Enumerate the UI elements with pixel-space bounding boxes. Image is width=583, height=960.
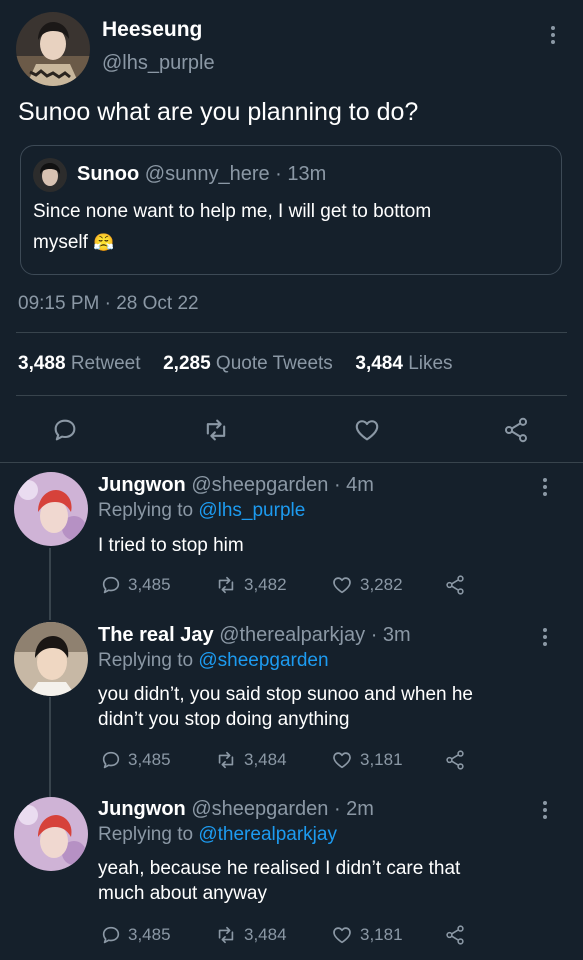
- retweets-label: Retweet: [70, 353, 141, 374]
- quoted-text-line-2: myself: [33, 232, 88, 253]
- retweet-count: 3,484: [244, 925, 287, 944]
- reply-count: 3,485: [128, 750, 171, 769]
- thread-line: [49, 548, 51, 620]
- reply-author-handle[interactable]: @therealparkjay: [219, 624, 365, 646]
- reply-button[interactable]: 3,485: [100, 574, 171, 596]
- reply-text-line-2: didn’t you stop doing anything: [98, 709, 350, 730]
- reply-timestamp: · 2m: [333, 798, 374, 820]
- reply-author-handle[interactable]: @sheepgarden: [191, 798, 328, 820]
- like-count: 3,181: [360, 925, 403, 944]
- share-button[interactable]: [444, 574, 466, 596]
- like-count: 3,282: [360, 575, 403, 594]
- replying-to-handle[interactable]: @therealparkjay: [198, 824, 337, 845]
- heart-icon: [352, 416, 382, 444]
- like-button[interactable]: 3,181: [330, 924, 403, 946]
- replying-to-handle[interactable]: @lhs_purple: [198, 500, 305, 521]
- quoted-author-avatar: [33, 158, 67, 192]
- section-divider: [0, 462, 583, 463]
- reply-avatar[interactable]: [14, 472, 88, 546]
- tweet-text: Sunoo what are you planning to do?: [18, 98, 419, 126]
- reply-avatar[interactable]: [14, 622, 88, 696]
- heart-icon: [330, 749, 354, 771]
- retweet-icon: [214, 749, 238, 771]
- quoted-tweet-card[interactable]: Sunoo @sunny_here · 13m Since none want …: [20, 145, 562, 275]
- reply-button[interactable]: 3,485: [100, 924, 171, 946]
- reply-icon: [51, 416, 79, 444]
- more-options-icon[interactable]: [541, 23, 565, 47]
- reply-count: 3,485: [128, 575, 171, 594]
- like-button[interactable]: [352, 416, 382, 444]
- retweets-stat[interactable]: 3,488 Retweet: [18, 353, 141, 374]
- retweet-icon: [214, 924, 238, 946]
- reply-timestamp: · 4m: [333, 474, 374, 496]
- huffing-face-emoji: 😤: [93, 233, 115, 252]
- reply-text-line-1: yeah, because he realised I didn’t care …: [98, 858, 461, 879]
- replying-to-label: Replying to: [98, 824, 194, 845]
- share-icon: [444, 924, 466, 946]
- reply-button[interactable]: [51, 416, 79, 444]
- quoted-author-handle: @sunny_here: [144, 163, 270, 185]
- tweet-stats: 3,488 Retweet 2,285 Quote Tweets 3,484 L…: [18, 353, 453, 375]
- replying-to-label: Replying to: [98, 500, 194, 521]
- reply-text-line-1: I tried to stop him: [98, 535, 244, 556]
- like-button[interactable]: 3,181: [330, 749, 403, 771]
- divider: [16, 332, 567, 333]
- share-button[interactable]: [444, 924, 466, 946]
- heart-icon: [330, 924, 354, 946]
- replying-to-label: Replying to: [98, 650, 194, 671]
- tweet-timestamp: 09:15 PM · 28 Oct 22: [18, 293, 199, 314]
- retweets-count: 3,488: [18, 353, 66, 374]
- more-options-icon[interactable]: [533, 625, 557, 649]
- quoted-text-line-1: Since none want to help me, I will get t…: [33, 201, 432, 222]
- reply-timestamp: · 3m: [370, 624, 411, 646]
- thread-line: [49, 697, 51, 797]
- quotes-count: 2,285: [163, 353, 211, 374]
- author-name[interactable]: Heeseung: [102, 18, 202, 42]
- share-button[interactable]: [502, 416, 530, 444]
- share-button[interactable]: [444, 749, 466, 771]
- retweet-button[interactable]: 3,484: [214, 749, 287, 771]
- more-options-icon[interactable]: [533, 798, 557, 822]
- share-icon: [444, 574, 466, 596]
- quotes-label: Quote Tweets: [215, 353, 333, 374]
- reply-icon: [100, 924, 122, 946]
- reply-icon: [100, 574, 122, 596]
- quoted-timestamp: · 13m: [275, 163, 327, 185]
- retweet-button[interactable]: [201, 416, 231, 444]
- reply-icon: [100, 749, 122, 771]
- reply-author-name[interactable]: Jungwon: [98, 798, 186, 820]
- quotes-stat[interactable]: 2,285 Quote Tweets: [163, 353, 333, 374]
- reply-avatar[interactable]: [14, 797, 88, 871]
- retweet-icon: [201, 416, 231, 444]
- retweet-button[interactable]: 3,484: [214, 924, 287, 946]
- like-count: 3,181: [360, 750, 403, 769]
- retweet-count: 3,482: [244, 575, 287, 594]
- share-icon: [502, 416, 530, 444]
- reply-text-line-2: much about anyway: [98, 883, 267, 904]
- retweet-button[interactable]: 3,482: [214, 574, 287, 596]
- likes-label: Likes: [408, 353, 453, 374]
- more-options-icon[interactable]: [533, 475, 557, 499]
- heart-icon: [330, 574, 354, 596]
- reply-count: 3,485: [128, 925, 171, 944]
- likes-count: 3,484: [355, 353, 403, 374]
- retweet-count: 3,484: [244, 750, 287, 769]
- author-handle[interactable]: @lhs_purple: [102, 52, 215, 75]
- quoted-author-name: Sunoo: [77, 163, 140, 185]
- reply-button[interactable]: 3,485: [100, 749, 171, 771]
- author-avatar[interactable]: [16, 12, 90, 86]
- share-icon: [444, 749, 466, 771]
- reply-author-name[interactable]: Jungwon: [98, 474, 186, 496]
- reply-author-name[interactable]: The real Jay: [98, 624, 214, 646]
- reply-text-line-1: you didn’t, you said stop sunoo and when…: [98, 684, 473, 705]
- replying-to-handle[interactable]: @sheepgarden: [198, 650, 328, 671]
- retweet-icon: [214, 574, 238, 596]
- reply-author-handle[interactable]: @sheepgarden: [191, 474, 328, 496]
- divider: [16, 395, 567, 396]
- likes-stat[interactable]: 3,484 Likes: [355, 353, 452, 374]
- like-button[interactable]: 3,282: [330, 574, 403, 596]
